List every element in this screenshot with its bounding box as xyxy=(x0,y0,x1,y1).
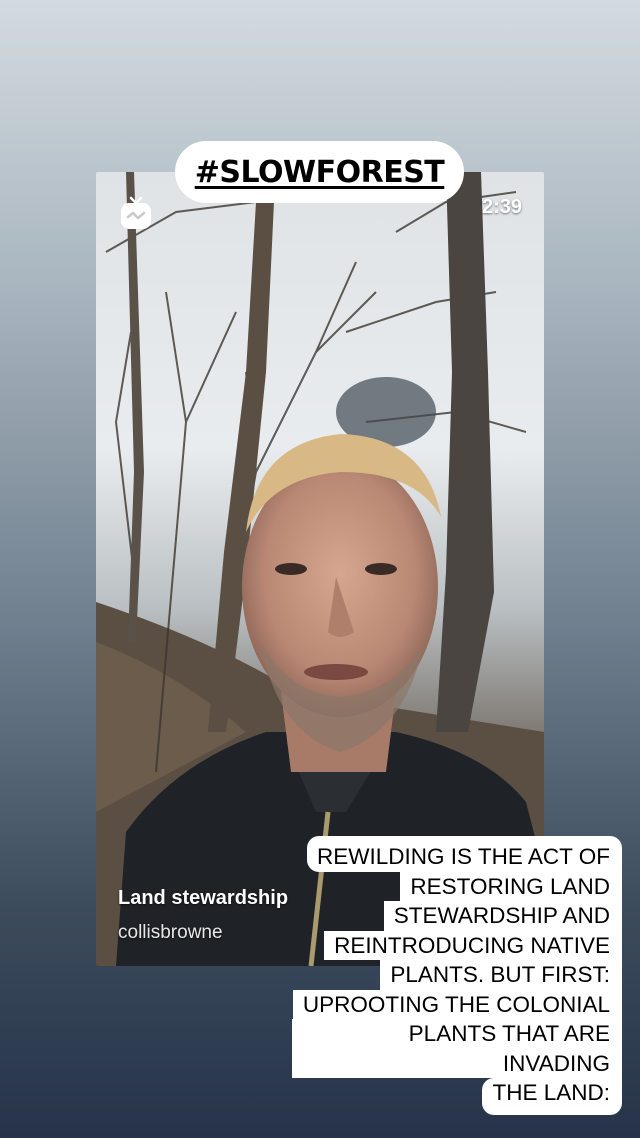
caption-line: RESTORING LAND xyxy=(292,871,622,901)
hashtag-sticker[interactable]: #SLOWFOREST xyxy=(175,141,464,203)
video-duration: 2:39 xyxy=(481,196,522,218)
caption-line: STEWARDSHIP AND xyxy=(292,901,622,931)
caption-line: REINTRODUCING NATIVE xyxy=(292,930,622,960)
caption-sticker: REWILDING IS THE ACT OF RESTORING LAND S… xyxy=(292,836,622,1115)
caption-line: UPROOTING THE COLONIAL xyxy=(292,989,622,1019)
caption-line: PLANTS. BUT FIRST: xyxy=(292,960,622,990)
caption-line: THE LAND: xyxy=(292,1078,622,1115)
hashtag-text: #SLOWFOREST xyxy=(194,154,445,190)
igtv-icon xyxy=(120,196,152,230)
caption-line: PLANTS THAT ARE INVADING xyxy=(292,1019,622,1078)
caption-line: REWILDING IS THE ACT OF xyxy=(292,836,622,872)
video-username[interactable]: collisbrowne xyxy=(118,922,223,944)
video-title[interactable]: Land stewardship xyxy=(118,887,288,910)
